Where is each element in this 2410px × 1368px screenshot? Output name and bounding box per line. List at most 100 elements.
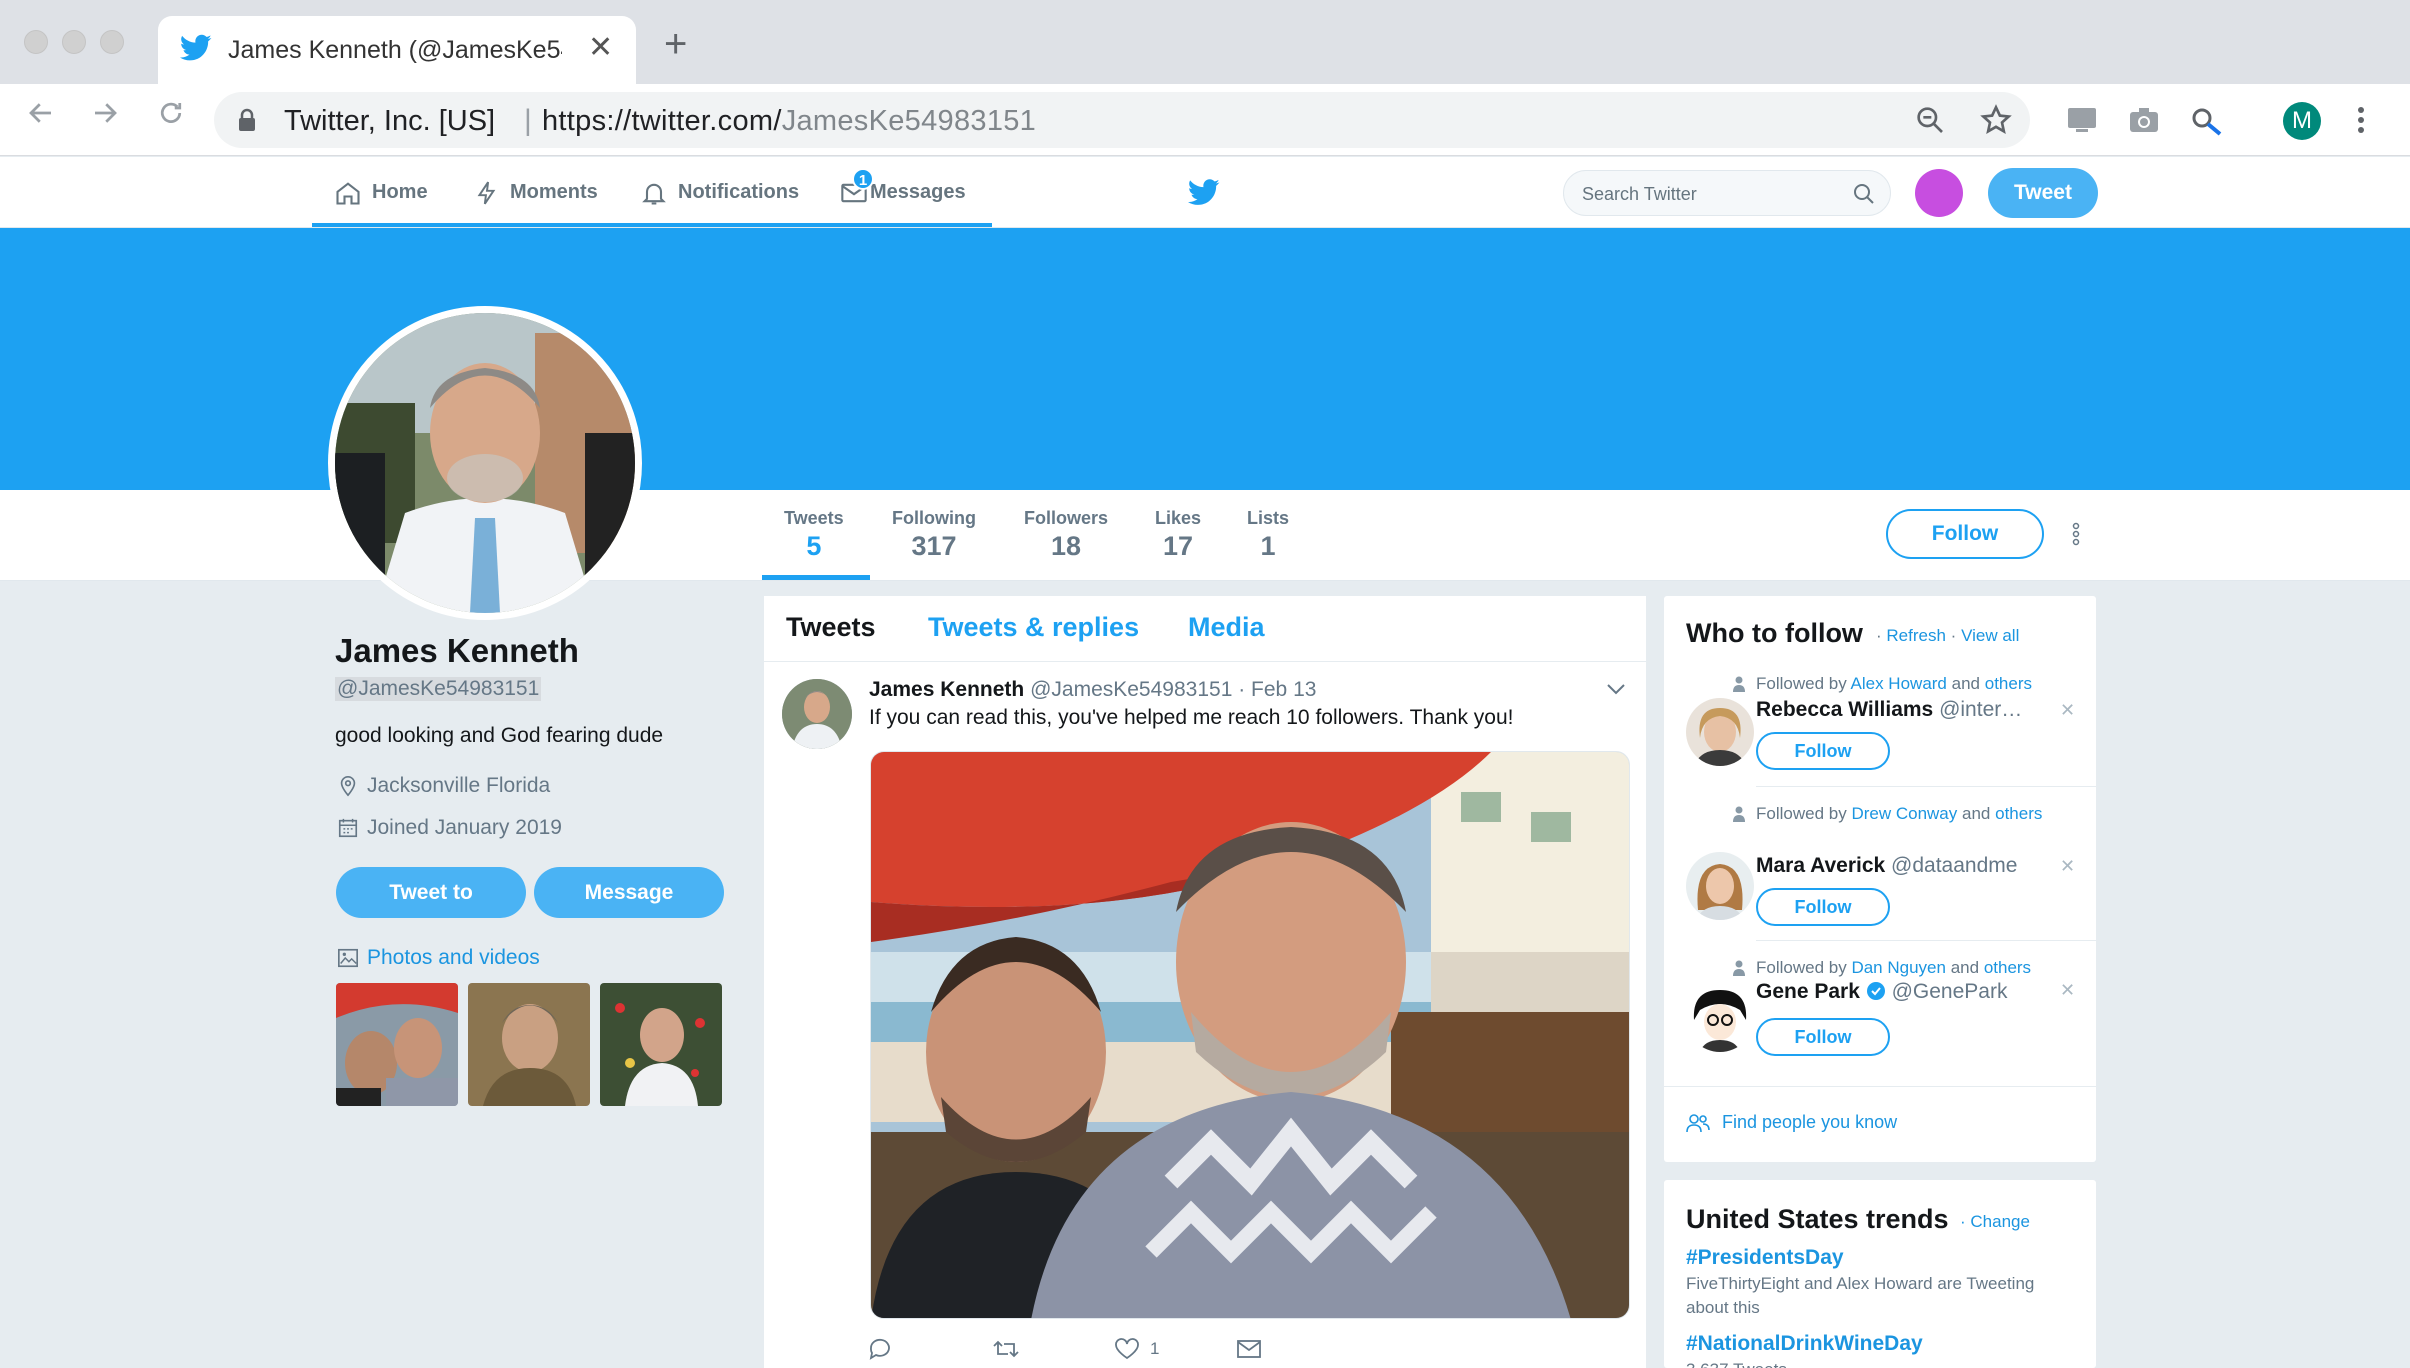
address-bar[interactable]: Twitter, Inc. [US] | https://twitter.com… — [214, 92, 2030, 148]
profile-bio: good looking and God fearing dude — [335, 724, 664, 747]
tweet-photo[interactable] — [870, 751, 1630, 1319]
window-minimize-button[interactable] — [62, 30, 86, 54]
tweet-author-avatar[interactable] — [782, 679, 852, 749]
reload-button[interactable] — [156, 98, 186, 134]
nav-moments-label: Moments — [510, 181, 598, 203]
reply-action[interactable] — [868, 1338, 902, 1360]
compose-tweet-button[interactable]: Tweet — [1988, 168, 2098, 218]
retweet-icon — [993, 1340, 1019, 1358]
timeline-tabs: Tweets Tweets & replies Media — [764, 596, 1646, 662]
retweet-action[interactable] — [992, 1338, 1030, 1360]
trend-hashtag[interactable]: #NationalDrinkWineDay — [1686, 1332, 1923, 1356]
suggestion-item: Followed by Drew Conway and others Mara … — [1686, 802, 2076, 932]
others-link[interactable]: others — [1984, 958, 2031, 977]
site-identity: Twitter, Inc. [US] — [284, 105, 496, 137]
tweet-date[interactable]: · Feb 13 — [1238, 678, 1316, 701]
location-pin-icon — [340, 776, 356, 797]
followed-by-text: Followed by Dan Nguyen and others — [1733, 956, 2056, 980]
tab-media[interactable]: Media — [1188, 612, 1265, 643]
suggestion-name[interactable]: Mara Averick @dataandme — [1756, 854, 2026, 878]
profile-joined: Joined January 2019 — [337, 816, 562, 840]
suggestion-avatar[interactable] — [1686, 984, 1754, 1052]
bookmark-star-icon[interactable] — [1980, 104, 2012, 141]
browser-tab-strip: James Kenneth (@JamesKe54983151) ✕ + — [0, 0, 2410, 84]
followed-by-text: Followed by Drew Conway and others — [1733, 802, 2056, 826]
tweet-author-handle[interactable]: @JamesKe54983151 — [1030, 678, 1232, 701]
nav-active-underline — [312, 223, 992, 227]
suggestion-name[interactable]: Gene Park @GenePark — [1756, 980, 2026, 1004]
dismiss-icon[interactable]: ✕ — [2060, 856, 2075, 877]
suggestion-name[interactable]: Rebecca Williams @inter… — [1756, 698, 2026, 722]
media-thumbnail[interactable] — [336, 983, 458, 1106]
followed-by-link[interactable]: Alex Howard — [1851, 674, 1947, 693]
forward-button[interactable] — [90, 98, 120, 134]
nav-notifications[interactable]: Notifications — [640, 157, 799, 228]
twitter-bird-icon — [180, 34, 212, 67]
camera-icon[interactable] — [2128, 106, 2160, 139]
tab-tweets-replies[interactable]: Tweets & replies — [928, 612, 1139, 643]
tab-tweets[interactable]: Tweets — [786, 612, 876, 643]
stat-lists[interactable]: Lists 1 — [1247, 508, 1289, 562]
tab-close-icon[interactable]: ✕ — [588, 30, 613, 65]
window-zoom-button[interactable] — [100, 30, 124, 54]
trends-change-link[interactable]: · Change — [1960, 1212, 2030, 1232]
user-avatar[interactable] — [1915, 169, 1963, 217]
person-icon — [1733, 676, 1745, 692]
stat-tweets[interactable]: Tweets 5 — [784, 508, 844, 562]
follow-button[interactable]: Follow — [1886, 509, 2044, 559]
media-thumbnail[interactable] — [468, 983, 590, 1106]
window-close-button[interactable] — [24, 30, 48, 54]
followed-by-link[interactable]: Drew Conway — [1851, 804, 1957, 823]
nav-notifications-label: Notifications — [678, 181, 800, 203]
trend-hashtag[interactable]: #PresidentsDay — [1686, 1246, 1844, 1270]
media-thumbnail[interactable] — [600, 983, 722, 1106]
tweet-author-name[interactable]: James Kenneth — [869, 678, 1024, 701]
message-button[interactable]: Message — [534, 867, 724, 918]
dismiss-icon[interactable]: ✕ — [2060, 980, 2075, 1001]
others-link[interactable]: others — [1985, 674, 2032, 693]
trends-panel: United States trends · Change #President… — [1664, 1180, 2096, 1368]
search-input[interactable]: Search Twitter — [1563, 170, 1891, 216]
view-all-link[interactable]: View all — [1961, 626, 2019, 645]
stats-active-underline — [762, 575, 870, 580]
nav-moments[interactable]: Moments — [474, 157, 598, 228]
stat-likes[interactable]: Likes 17 — [1155, 508, 1201, 562]
back-button[interactable] — [26, 98, 56, 134]
nav-home[interactable]: Home — [334, 157, 428, 228]
stat-followers[interactable]: Followers 18 — [1024, 508, 1108, 562]
chrome-profile-avatar[interactable]: M — [2283, 102, 2321, 140]
suggestion-avatar[interactable] — [1686, 852, 1754, 920]
stat-following[interactable]: Following 317 — [892, 508, 976, 562]
suggestion-follow-button[interactable]: Follow — [1756, 888, 1890, 926]
twitter-logo-icon[interactable] — [1188, 179, 1220, 206]
like-action[interactable]: 1 — [1114, 1338, 1159, 1360]
find-people-link[interactable]: Find people you know — [1686, 1112, 1897, 1133]
more-options-icon[interactable] — [2068, 520, 2084, 555]
browser-tab[interactable]: James Kenneth (@JamesKe54983151) ✕ — [158, 16, 636, 84]
extension-icon[interactable] — [2190, 106, 2224, 141]
cast-icon[interactable] — [2066, 106, 2098, 139]
section-divider — [1664, 1086, 2096, 1087]
trend-description: FiveThirtyEight and Alex Howard are Twee… — [1686, 1274, 2035, 1317]
followed-by-link[interactable]: Dan Nguyen — [1851, 958, 1946, 977]
tweet-text: If you can read this, you've helped me r… — [869, 706, 1514, 729]
refresh-link[interactable]: Refresh — [1886, 626, 1946, 645]
chrome-menu-icon[interactable] — [2356, 104, 2366, 141]
chevron-down-icon[interactable] — [1606, 682, 1626, 701]
direct-message-action[interactable] — [1236, 1338, 1272, 1360]
dismiss-icon[interactable]: ✕ — [2060, 700, 2075, 721]
profile-avatar[interactable] — [328, 306, 642, 620]
followed-by-text: Followed by Alex Howard and others — [1733, 672, 2056, 696]
zoom-icon[interactable] — [1914, 104, 1946, 141]
suggestion-follow-button[interactable]: Follow — [1756, 1018, 1890, 1056]
photos-and-videos-link[interactable]: Photos and videos — [337, 946, 540, 970]
moments-icon — [477, 181, 496, 204]
suggestion-follow-button[interactable]: Follow — [1756, 732, 1890, 770]
tweet-header: James Kenneth @JamesKe54983151 · Feb 13 — [869, 678, 1316, 702]
others-link[interactable]: others — [1995, 804, 2042, 823]
suggestion-avatar[interactable] — [1686, 698, 1754, 766]
tweet-to-button[interactable]: Tweet to — [336, 867, 526, 918]
suggestion-divider — [1756, 786, 2098, 787]
profile-handle: @JamesKe54983151 — [335, 677, 542, 701]
new-tab-button[interactable]: + — [664, 24, 687, 64]
